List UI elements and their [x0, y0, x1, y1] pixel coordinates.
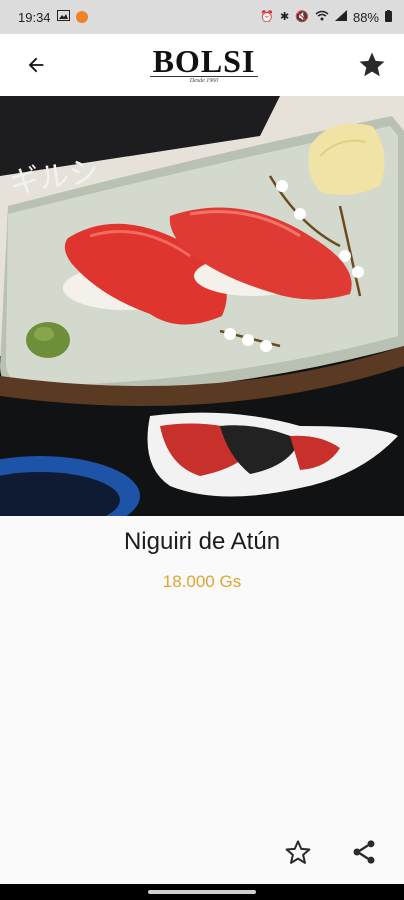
- battery-icon: [385, 9, 392, 25]
- arrow-left-icon: [28, 57, 44, 73]
- logo-text: BOLSI: [152, 43, 256, 79]
- favorite-toggle-button[interactable]: [354, 47, 390, 83]
- system-nav-bar: [0, 884, 404, 900]
- bottom-actions: [280, 834, 382, 870]
- share-button[interactable]: [346, 834, 382, 870]
- brand-logo: BOLSI Desde 1960: [150, 43, 258, 84]
- status-time: 19:34: [18, 9, 51, 25]
- add-favorite-button[interactable]: [280, 834, 316, 870]
- star-outline-icon: [285, 840, 311, 864]
- mute-icon: 🔇: [295, 10, 309, 23]
- home-gesture-handle[interactable]: [148, 890, 256, 894]
- star-filled-icon: [359, 52, 385, 77]
- app-bar: BOLSI Desde 1960: [0, 34, 404, 96]
- product-image: ギルシ: [0, 96, 404, 516]
- share-icon: [353, 840, 375, 864]
- product-price: 18.000 Gs: [162, 572, 242, 591]
- signal-icon: [334, 10, 347, 24]
- status-bar: 19:34 ⏰ ✱ 🔇 88%: [0, 0, 404, 34]
- wifi-icon: [315, 10, 329, 24]
- product-name: Niguiri de Atún: [123, 528, 281, 555]
- back-button[interactable]: [18, 47, 54, 83]
- logo-tagline: Desde 1960: [150, 76, 258, 84]
- battery-percent: 88%: [352, 9, 379, 25]
- alarm-icon: ⏰: [260, 10, 275, 23]
- notification-dot-icon: [75, 11, 88, 23]
- bluetooth-icon: ✱: [280, 10, 290, 23]
- status-left: 19:34: [18, 10, 88, 25]
- status-right: ⏰ ✱ 🔇 88%: [260, 9, 392, 25]
- image-icon: [56, 10, 70, 24]
